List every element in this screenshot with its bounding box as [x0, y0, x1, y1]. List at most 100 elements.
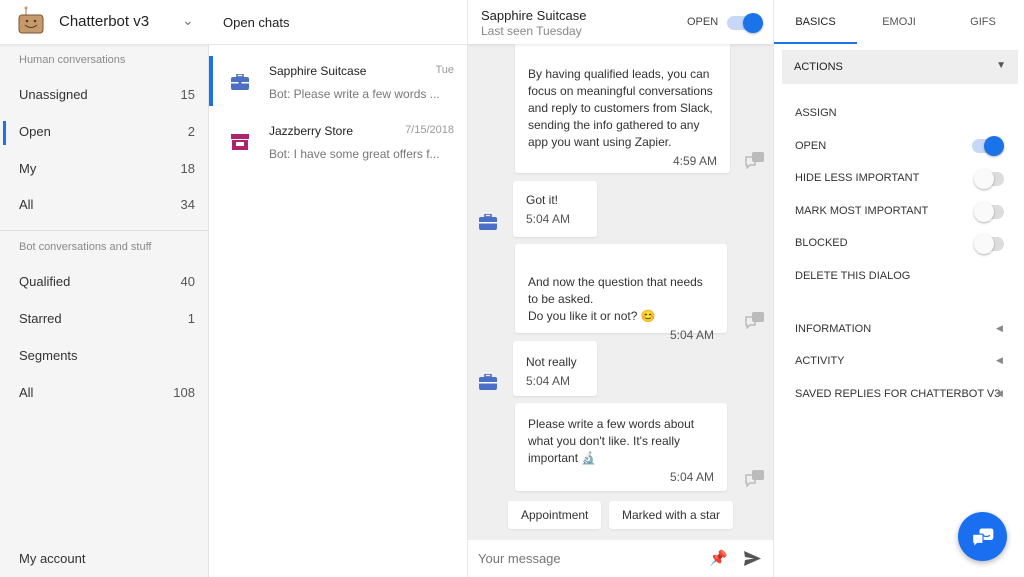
- nav-label: Starred: [19, 311, 62, 326]
- conversation-header: Sapphire Suitcase Last seen Tuesday OPEN: [468, 0, 773, 44]
- section-label: SAVED REPLIES FOR CHATTERBOT V3: [795, 388, 1000, 400]
- section-label: ACTIVITY: [795, 355, 845, 367]
- chat-item[interactable]: Jazzberry Store 7/15/2018 Bot: I have so…: [209, 116, 468, 168]
- nav-open[interactable]: Open2: [0, 117, 209, 147]
- chevron-down-icon[interactable]: ⌄: [182, 12, 194, 29]
- message-text: Not really: [526, 355, 577, 369]
- bot-chat-icon: [971, 525, 995, 548]
- message-text: And now the question that needs to be as…: [528, 275, 703, 323]
- bot-avatar-icon: [745, 309, 765, 329]
- chat-item[interactable]: Sapphire Suitcase Tue Bot: Please write …: [209, 56, 468, 108]
- message-bot: Please write a few words about what you …: [515, 403, 727, 491]
- divider: [0, 230, 209, 231]
- message-time: 5:04 AM: [528, 469, 714, 486]
- action-mark-toggle[interactable]: [978, 205, 1004, 219]
- nav-count: 108: [173, 378, 195, 408]
- bot-avatar-icon: [745, 467, 765, 487]
- section-activity[interactable]: ACTIVITY ◀: [774, 349, 1024, 373]
- nav-starred[interactable]: Starred 1: [0, 304, 209, 334]
- suitcase-icon: [479, 214, 497, 230]
- message-bot: And now the question that needs to be as…: [515, 244, 727, 333]
- quick-reply-appointment[interactable]: Appointment: [508, 501, 601, 529]
- action-open-label: OPEN: [795, 140, 826, 152]
- nav-count: 40: [181, 267, 195, 297]
- open-label: OPEN: [687, 16, 718, 28]
- tab-emoji[interactable]: EMOJI: [857, 0, 941, 44]
- suitcase-icon: [231, 74, 249, 90]
- section-label: Human conversations: [19, 54, 125, 66]
- send-icon[interactable]: [744, 551, 761, 566]
- chat-preview: Bot: Please write a few words ...: [269, 87, 440, 101]
- suitcase-icon: [479, 374, 497, 390]
- action-blocked-toggle[interactable]: [978, 237, 1004, 251]
- chatterbot-logo-icon: [18, 6, 44, 34]
- quick-reply-starred[interactable]: Marked with a star: [609, 501, 733, 529]
- app-name: Chatterbot v3: [59, 13, 149, 30]
- actions-title: ACTIONS: [794, 61, 843, 73]
- chat-list-title: Open chats: [209, 0, 468, 45]
- message-text: By having qualified leads, you can focus…: [528, 67, 713, 149]
- caret-left-icon: ◀: [996, 388, 1003, 399]
- chat-preview: Bot: I have some great offers f...: [269, 147, 440, 161]
- tab-basics[interactable]: BASICS: [774, 0, 857, 44]
- nav-label: All: [19, 197, 33, 212]
- sidebar: Chatterbot v3 ⌄ Human conversations Unas…: [0, 0, 209, 577]
- nav-segments[interactable]: Segments: [0, 341, 209, 371]
- store-icon: [231, 134, 249, 150]
- message-input[interactable]: [468, 540, 698, 577]
- nav-label: Segments: [19, 348, 78, 363]
- nav-my-account[interactable]: My account: [0, 544, 209, 574]
- section-saved-replies[interactable]: SAVED REPLIES FOR CHATTERBOT V3◀: [774, 382, 1024, 406]
- conversation: Sapphire Suitcase Last seen Tuesday OPEN…: [468, 0, 773, 577]
- nav-count: 15: [181, 80, 195, 110]
- message-time: 5:04 AM: [526, 211, 584, 228]
- chat-name: Sapphire Suitcase: [269, 64, 366, 78]
- nav-count: 18: [181, 154, 195, 184]
- action-hide-label: HIDE LESS IMPORTANT: [795, 172, 919, 184]
- chat-date: 7/15/2018: [405, 124, 454, 136]
- tab-gifs[interactable]: GIFS: [941, 0, 1024, 44]
- caret-left-icon: ◀: [996, 355, 1003, 366]
- bot-avatar-icon: [745, 149, 765, 169]
- caret-left-icon: ◀: [996, 323, 1003, 334]
- message-text: Please write a few words about what you …: [528, 417, 694, 465]
- nav-count: 34: [181, 190, 195, 220]
- last-seen: Last seen Tuesday: [481, 24, 582, 38]
- details-panel: BASICS EMOJI GIFS ACTIONS ▼ ASSIGN OPEN …: [773, 0, 1024, 577]
- nav-label: My account: [19, 551, 85, 566]
- actions-header[interactable]: ACTIONS ▼: [782, 50, 1018, 84]
- message-text: Got it!: [526, 193, 558, 207]
- chat-list: Open chats Sapphire Suitcase Tue Bot: Pl…: [209, 0, 468, 577]
- action-assign[interactable]: ASSIGN: [795, 107, 837, 119]
- action-mark-label: MARK MOST IMPORTANT: [795, 205, 928, 217]
- nav-unassigned[interactable]: Unassigned 15: [0, 80, 209, 110]
- message-time: 5:04 AM: [526, 373, 584, 390]
- nav-qualified[interactable]: Qualified 40: [0, 267, 209, 297]
- pin-icon[interactable]: 📌: [709, 549, 728, 567]
- app-header[interactable]: Chatterbot v3 ⌄: [0, 0, 209, 45]
- nav-all-bot[interactable]: All 108: [0, 378, 209, 408]
- nav-label: Qualified: [19, 274, 70, 289]
- nav-my[interactable]: My 18: [0, 154, 209, 184]
- nav-count: 1: [188, 304, 195, 334]
- message-user: Not really 5:04 AM: [513, 341, 597, 396]
- section-label: Bot conversations and stuff: [19, 241, 152, 253]
- action-delete[interactable]: DELETE THIS DIALOG: [795, 270, 910, 282]
- message-composer: 📌: [468, 540, 773, 577]
- chatbot-fab-button[interactable]: [958, 512, 1007, 561]
- nav-label: Unassigned: [19, 87, 88, 102]
- chat-date: Tue: [435, 64, 454, 76]
- chat-name: Jazzberry Store: [269, 124, 353, 138]
- action-open-toggle[interactable]: [972, 139, 1000, 153]
- nav-count: 2: [188, 117, 195, 147]
- message-user: Got it! 5:04 AM: [513, 181, 597, 237]
- section-information[interactable]: INFORMATION ◀: [774, 317, 1024, 341]
- action-hide-toggle[interactable]: [978, 172, 1004, 186]
- nav-all-human[interactable]: All 34: [0, 190, 209, 220]
- nav-label: My: [19, 161, 36, 176]
- nav-label: All: [19, 385, 33, 400]
- contact-name: Sapphire Suitcase: [481, 8, 587, 23]
- message-time: 4:59 AM: [528, 153, 717, 170]
- open-toggle[interactable]: [727, 16, 759, 30]
- section-label: INFORMATION: [795, 323, 871, 335]
